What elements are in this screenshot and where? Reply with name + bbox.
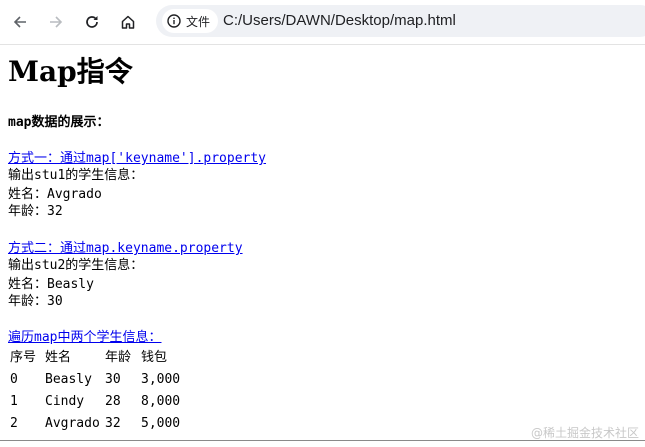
forward-button[interactable] [42,8,70,36]
site-info-button[interactable]: 文件 [162,9,219,33]
table-cell: Cindy [45,394,85,409]
address-bar[interactable]: 文件 C:/Users/DAWN/Desktop/map.html [156,5,645,37]
reload-icon [86,16,98,28]
stu2-name: 姓名：Beasly [8,277,94,292]
table-cell: 5,000 [141,416,181,431]
table-cell: 3,000 [141,372,181,387]
header-cell-age: 年龄 [105,350,132,365]
url-text[interactable]: C:/Users/DAWN/Desktop/map.html [223,12,456,29]
reload-button[interactable] [78,8,106,36]
method-one-link[interactable]: 方式一：通过map['keyname'].property [8,150,266,167]
table-cell: Avgrado [45,416,100,431]
table-cell: 8,000 [141,394,181,409]
table-cell: 1 [10,394,18,409]
table-cell: 0 [10,372,18,387]
watermark: @稀土掘金技术社区 [530,426,639,440]
home-button[interactable] [114,8,142,36]
header-cell-index: 序号 [10,350,37,365]
arrow-left-icon [13,16,26,28]
browser-toolbar: 文件 C:/Users/DAWN/Desktop/map.html [0,0,645,45]
table-cell: 32 [105,416,121,431]
arrow-right-icon [50,16,63,28]
table-cell: 28 [105,394,121,409]
table-cell: 30 [105,372,121,387]
header-cell-wallet: 钱包 [141,350,168,365]
stu1-heading: 输出stu1的学生信息： [8,168,144,183]
stu2-age: 年龄：30 [8,294,63,309]
table-cell: 2 [10,416,18,431]
header-cell-name: 姓名 [45,350,72,365]
page-subtitle: map数据的展示： [8,115,110,130]
home-icon [121,15,135,29]
stu2-heading: 输出stu2的学生信息： [8,258,144,273]
iterate-map-link[interactable]: 遍历map中两个学生信息： [8,329,161,346]
info-icon [166,13,182,29]
back-button[interactable] [6,8,34,36]
page-title: Map指令 [8,55,133,88]
table-cell: Beasly [45,372,92,387]
stu1-age: 年龄：32 [8,204,63,219]
method-two-link[interactable]: 方式二：通过map.keyname.property [8,240,243,257]
site-info-label: 文件 [186,14,211,29]
stu1-name: 姓名：Avgrado [8,187,102,202]
